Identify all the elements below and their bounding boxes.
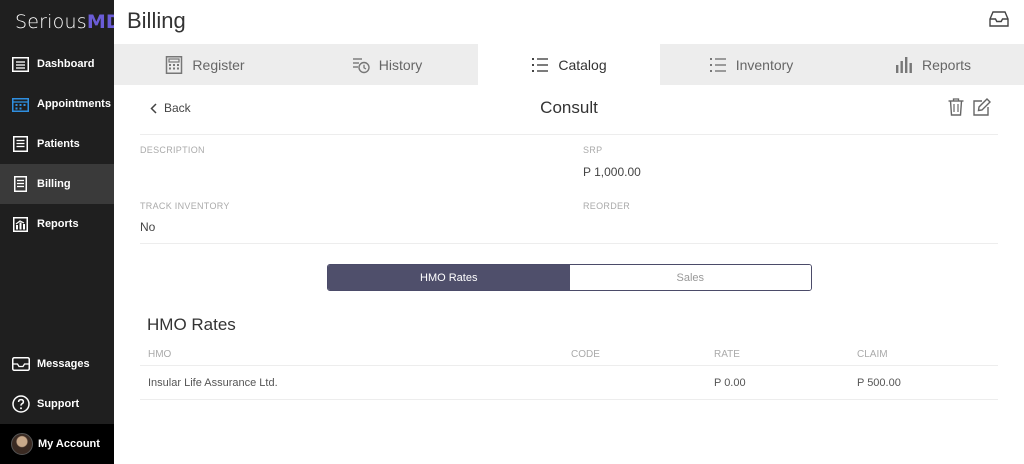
- track-inventory-value: No: [140, 220, 156, 234]
- tab-register[interactable]: Register: [114, 44, 296, 85]
- reports-icon: [11, 215, 30, 234]
- sidebar-item-patients[interactable]: Patients: [0, 124, 114, 164]
- register-icon: [165, 55, 183, 74]
- tab-label: History: [378, 56, 423, 73]
- sidebar-item-label: Appointments: [37, 98, 111, 110]
- tab-history[interactable]: History: [296, 44, 478, 85]
- divider: [140, 134, 998, 135]
- calendar-icon: [11, 95, 30, 114]
- column-header-rate: RATE: [714, 348, 740, 360]
- edit-icon[interactable]: [973, 98, 991, 121]
- reorder-label: REORDER: [583, 201, 631, 211]
- section-title: HMO Rates: [147, 315, 236, 334]
- sidebar: Serious MD Dashboard Appointments Patient…: [0, 0, 122, 464]
- page-title: Billing: [127, 8, 186, 33]
- history-icon: [352, 56, 370, 74]
- list-icon: [531, 56, 549, 74]
- rates-sales-toggle: HMO Rates Sales: [327, 264, 812, 291]
- srp-value: P 1,000.00: [583, 165, 641, 179]
- sidebar-item-appointments[interactable]: Appointments: [0, 84, 114, 124]
- sidebar-item-dashboard[interactable]: Dashboard: [0, 44, 114, 84]
- sidebar-item-label: Support: [37, 398, 80, 410]
- sales-toggle-button[interactable]: Sales: [569, 265, 811, 290]
- hmo-cell: Insular Life Assurance Ltd.: [148, 376, 278, 389]
- sidebar-item-label: Messages: [37, 358, 90, 370]
- help-icon: [11, 395, 30, 414]
- track-inventory-label: TRACK INVENTORY: [140, 201, 230, 211]
- column-header-hmo: HMO: [148, 348, 172, 360]
- bar-chart-icon: [895, 56, 913, 74]
- sidebar-bottom: Messages Support My Account: [0, 344, 114, 464]
- sidebar-item-my-account[interactable]: My Account: [0, 424, 114, 464]
- tab-reports[interactable]: Reports: [842, 44, 1024, 85]
- description-label: DESCRIPTION: [140, 145, 205, 155]
- trash-icon[interactable]: [948, 98, 964, 121]
- sidebar-item-support[interactable]: Support: [0, 384, 114, 424]
- list-icon: [709, 56, 727, 74]
- sidebar-item-label: My Account: [38, 438, 100, 450]
- column-header-claim: CLAIM: [857, 348, 888, 360]
- billing-tabs: Register History Catalog Inventory Repor…: [114, 44, 1024, 85]
- table-row[interactable]: Insular Life Assurance Ltd. P 0.00 P 500…: [140, 366, 998, 400]
- catalog-item-detail: Back Consult DESCRIPTION SRP P 1,000.00 …: [114, 85, 1024, 464]
- tab-label: Register: [192, 56, 245, 73]
- sidebar-item-reports[interactable]: Reports: [0, 204, 114, 244]
- tab-catalog[interactable]: Catalog: [478, 44, 660, 85]
- billing-icon: [11, 175, 30, 194]
- rate-cell: P 0.00: [714, 376, 746, 389]
- tab-label: Catalog: [558, 56, 607, 73]
- patients-icon: [11, 135, 30, 154]
- messages-icon: [11, 355, 30, 374]
- sidebar-item-label: Reports: [37, 218, 79, 230]
- dashboard-icon: [11, 55, 30, 74]
- hmo-rates-table: HMO CODE RATE CLAIM Insular Life Assuran…: [140, 343, 998, 400]
- hmo-rates-toggle-button[interactable]: HMO Rates: [328, 265, 570, 290]
- app-logo[interactable]: Serious MD: [0, 0, 122, 44]
- avatar: [11, 433, 33, 455]
- claim-cell: P 500.00: [857, 376, 901, 389]
- divider: [140, 243, 998, 244]
- sidebar-item-billing[interactable]: Billing: [0, 164, 114, 204]
- item-title: Consult: [540, 98, 598, 117]
- sidebar-item-label: Patients: [37, 138, 80, 150]
- table-header: HMO CODE RATE CLAIM: [140, 343, 998, 366]
- inbox-icon[interactable]: [989, 10, 1009, 28]
- sidebar-item-messages[interactable]: Messages: [0, 344, 114, 384]
- tab-label: Inventory: [735, 56, 794, 73]
- tab-inventory[interactable]: Inventory: [660, 44, 842, 85]
- page-header: Billing: [114, 0, 1024, 44]
- column-header-code: CODE: [571, 348, 600, 360]
- srp-label: SRP: [583, 145, 603, 155]
- sidebar-item-label: Billing: [37, 178, 71, 190]
- sidebar-item-label: Dashboard: [37, 58, 95, 70]
- tab-label: Reports: [921, 56, 972, 73]
